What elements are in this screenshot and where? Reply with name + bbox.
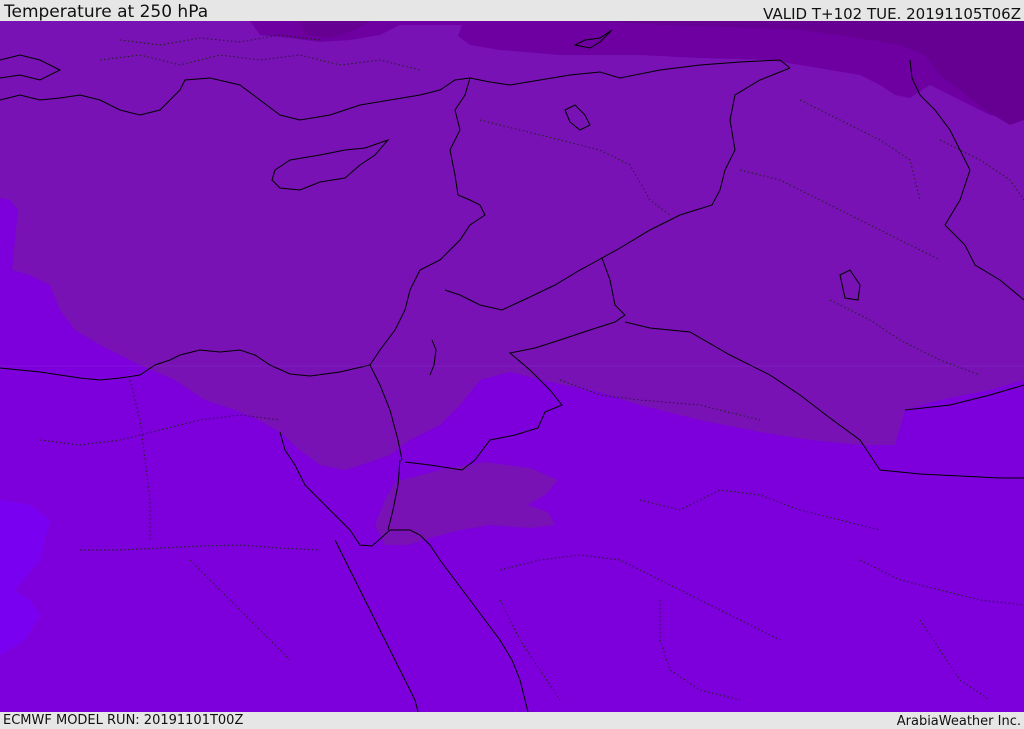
map-svg <box>0 21 1024 712</box>
weather-map-frame: Temperature at 250 hPa VALID T+102 TUE. … <box>0 0 1024 729</box>
credit-label: ArabiaWeather Inc. <box>896 714 1021 729</box>
header-bar: Temperature at 250 hPa VALID T+102 TUE. … <box>0 0 1024 23</box>
footer-bar: ECMWF MODEL RUN: 20191101T00Z ArabiaWeat… <box>0 712 1024 729</box>
map-title: Temperature at 250 hPa <box>4 2 209 22</box>
map-canvas <box>0 21 1024 712</box>
model-run-label: ECMWF MODEL RUN: 20191101T00Z <box>3 713 244 728</box>
